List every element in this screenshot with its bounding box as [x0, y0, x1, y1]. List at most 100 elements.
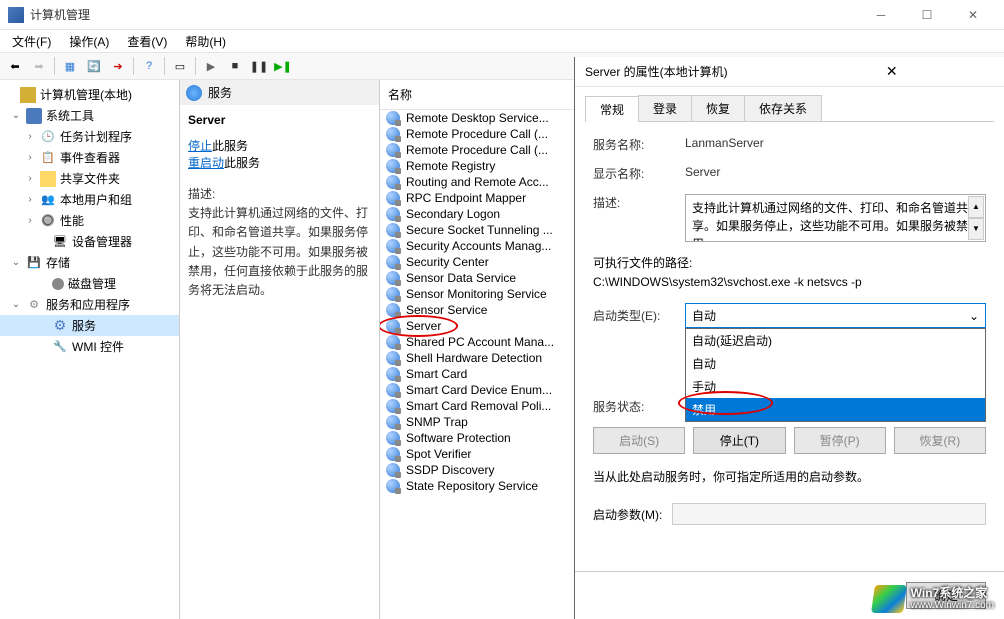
close-button[interactable]: ✕	[950, 0, 996, 30]
desc-down-button[interactable]: ▼	[968, 218, 984, 240]
restart-button[interactable]: ▶❚	[272, 55, 294, 77]
desc-up-button[interactable]: ▲	[968, 196, 984, 218]
tree-root[interactable]: 计算机管理(本地)	[0, 84, 179, 105]
gear-icon	[386, 319, 400, 333]
gear-icon	[386, 127, 400, 141]
maximize-button[interactable]: ☐	[904, 0, 950, 30]
label-service-name: 服务名称:	[593, 136, 685, 153]
service-name-text: Security Center	[406, 255, 489, 269]
pause-button[interactable]: 暂停(P)	[794, 427, 886, 454]
tree-devmgr[interactable]: 🖥设备管理器	[0, 231, 179, 252]
service-name-text: SNMP Trap	[406, 415, 468, 429]
tree-sharedfolders[interactable]: ›共享文件夹	[0, 168, 179, 189]
service-name-text: Sensor Service	[406, 303, 487, 317]
service-name-text: Remote Registry	[406, 159, 495, 173]
service-name-text: Shared PC Account Mana...	[406, 335, 554, 349]
selected-service-name: Server	[188, 113, 371, 127]
minimize-button[interactable]: ─	[858, 0, 904, 30]
start-button[interactable]: 启动(S)	[593, 427, 685, 454]
desc-text: 支持此计算机通过网络的文件、打印、和命名管道共享。如果服务停止，这些功能不可用。…	[188, 204, 371, 300]
stop-button[interactable]: ■	[224, 55, 246, 77]
service-name-text: Sensor Data Service	[406, 271, 516, 285]
window-titlebar: 计算机管理 ─ ☐ ✕	[0, 0, 1004, 30]
tab-recovery[interactable]: 恢复	[691, 95, 745, 121]
label-display-name: 显示名称:	[593, 165, 685, 182]
tree-systools[interactable]: ⌄系统工具	[0, 105, 179, 126]
tree-eventvwr[interactable]: ›📋事件查看器	[0, 147, 179, 168]
tab-dependencies[interactable]: 依存关系	[744, 95, 822, 121]
stop-button[interactable]: 停止(T)	[693, 427, 785, 454]
description-box[interactable]: 支持此计算机通过网络的文件、打印、和命名管道共享。如果服务停止，这些功能不可用。…	[685, 194, 986, 242]
tree-svcapps[interactable]: ⌄⚙服务和应用程序	[0, 294, 179, 315]
gear-icon	[386, 239, 400, 253]
back-button[interactable]: ⬅	[4, 55, 26, 77]
menu-action[interactable]: 操作(A)	[61, 31, 117, 52]
service-name-text: Smart Card Device Enum...	[406, 383, 552, 397]
forward-button[interactable]: ➡	[28, 55, 50, 77]
stop-link[interactable]: 停止	[188, 139, 212, 153]
gear-icon	[386, 255, 400, 269]
help-button[interactable]: ?	[138, 55, 160, 77]
label-status: 服务状态:	[593, 398, 685, 415]
menu-file[interactable]: 文件(F)	[4, 31, 59, 52]
tab-general[interactable]: 常规	[585, 96, 639, 122]
start-params-input	[672, 503, 986, 525]
gear-icon	[386, 479, 400, 493]
pause-button[interactable]: ❚❚	[248, 55, 270, 77]
nav-tree[interactable]: 计算机管理(本地) ⌄系统工具 ›🕒任务计划程序 ›📋事件查看器 ›共享文件夹 …	[0, 80, 180, 619]
gear-icon	[386, 207, 400, 221]
chevron-down-icon: ⌄	[969, 309, 979, 323]
resume-button[interactable]: 恢复(R)	[894, 427, 986, 454]
gear-icon	[386, 111, 400, 125]
tree-diskmgmt[interactable]: 磁盘管理	[0, 273, 179, 294]
gear-icon	[386, 351, 400, 365]
label-startup-type: 启动类型(E):	[593, 307, 685, 324]
play-button[interactable]: ▶	[200, 55, 222, 77]
gear-icon	[386, 383, 400, 397]
service-name-text: Remote Desktop Service...	[406, 111, 549, 125]
refresh-button[interactable]: 🔄	[83, 55, 105, 77]
show-hide-button[interactable]: ▦	[59, 55, 81, 77]
service-name-text: Sensor Monitoring Service	[406, 287, 547, 301]
gear-icon	[386, 223, 400, 237]
service-name-text: State Repository Service	[406, 479, 538, 493]
menu-help[interactable]: 帮助(H)	[177, 31, 234, 52]
dialog-title: Server 的属性(本地计算机)	[585, 63, 790, 80]
export-button[interactable]: ➔	[107, 55, 129, 77]
service-name-text: RPC Endpoint Mapper	[406, 191, 526, 205]
tab-logon[interactable]: 登录	[638, 95, 692, 121]
opt-auto[interactable]: 自动	[686, 352, 985, 375]
gear-icon	[386, 447, 400, 461]
tree-services[interactable]: ⚙服务	[0, 315, 179, 336]
tree-perf[interactable]: ›🔘性能	[0, 210, 179, 231]
label-start-params: 启动参数(M):	[593, 506, 662, 523]
window-title: 计算机管理	[30, 6, 858, 23]
tree-wmi[interactable]: 🔧WMI 控件	[0, 336, 179, 357]
services-icon	[186, 85, 202, 101]
startup-type-select[interactable]: 自动⌄	[685, 303, 986, 328]
startup-type-dropdown: 自动(延迟启动) 自动 手动 禁用	[685, 328, 986, 422]
desc-label: 描述:	[188, 185, 371, 204]
gear-icon	[386, 399, 400, 413]
service-name-text: Smart Card Removal Poli...	[406, 399, 551, 413]
gear-icon	[386, 159, 400, 173]
tree-storage[interactable]: ⌄💾存储	[0, 252, 179, 273]
restart-link[interactable]: 重启动	[188, 156, 224, 170]
properties-button[interactable]: ▭	[169, 55, 191, 77]
gear-icon	[386, 415, 400, 429]
opt-manual[interactable]: 手动	[686, 375, 985, 398]
service-detail-panel: 服务 Server 停止此服务 重启动此服务 描述: 支持此计算机通过网络的文件…	[180, 80, 380, 619]
service-name-text: Routing and Remote Acc...	[406, 175, 549, 189]
service-name-text: Server	[406, 319, 441, 333]
tree-localusers[interactable]: ›👥本地用户和组	[0, 189, 179, 210]
properties-dialog: Server 的属性(本地计算机) ✕ 常规 登录 恢复 依存关系 服务名称:L…	[574, 57, 1004, 619]
service-name-text: Shell Hardware Detection	[406, 351, 542, 365]
opt-disabled[interactable]: 禁用	[686, 398, 985, 421]
value-display-name: Server	[685, 165, 986, 179]
menu-view[interactable]: 查看(V)	[119, 31, 175, 52]
opt-auto-delayed[interactable]: 自动(延迟启动)	[686, 329, 985, 352]
value-service-name: LanmanServer	[685, 136, 986, 150]
service-name-text: Secure Socket Tunneling ...	[406, 223, 553, 237]
dialog-close-button[interactable]: ✕	[790, 63, 995, 80]
tree-tasksched[interactable]: ›🕒任务计划程序	[0, 126, 179, 147]
